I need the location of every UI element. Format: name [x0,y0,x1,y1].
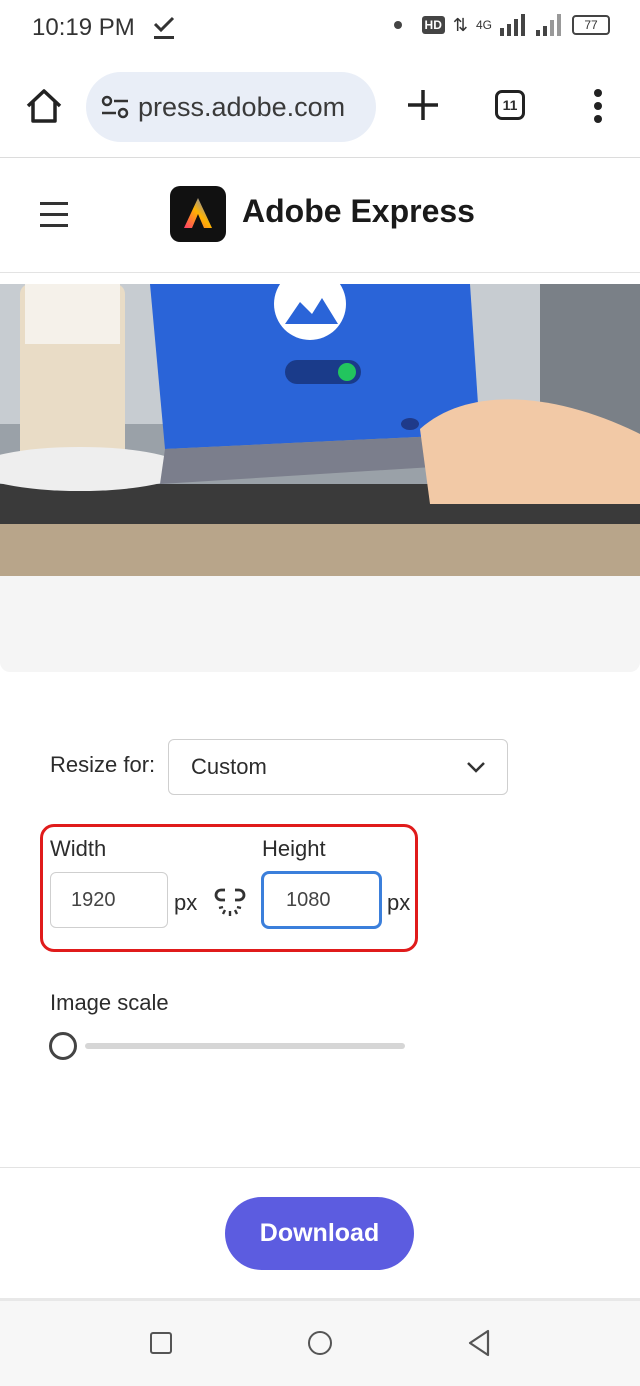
data-transfer-icon: ⇅ [452,14,468,35]
chevron-down-icon [467,762,485,773]
signal-icon-2 [536,14,561,36]
resize-for-value: Custom [191,754,267,779]
preview-image [0,284,640,576]
hamburger-icon[interactable] [38,198,70,230]
signal-icon [500,14,525,36]
home-circle-icon[interactable] [308,1331,332,1355]
url-bar[interactable]: press.adobe.com [86,72,376,142]
image-scale-label: Image scale [50,990,169,1015]
back-icon[interactable] [466,1328,492,1358]
adobe-express-logo[interactable] [170,186,226,242]
status-icons: HD ⇅ 4G 77 [393,14,610,36]
url-text[interactable]: press.adobe.com [138,92,345,123]
unlink-icon[interactable] [213,884,247,918]
brand-name[interactable]: Adobe Express [242,193,475,230]
image-scale-slider[interactable] [85,1043,405,1049]
preview-background [0,576,640,672]
dot-icon [393,21,402,29]
recents-icon[interactable] [150,1332,172,1354]
battery-icon: 77 [572,15,610,35]
height-input[interactable]: 1080 [261,871,382,929]
height-label: Height [262,836,326,861]
resize-for-select[interactable]: Custom [168,739,508,795]
tabs-icon[interactable]: 11 [495,90,525,120]
download-done-icon [153,16,175,39]
width-label: Width [50,836,107,861]
divider [0,157,640,158]
home-icon[interactable] [24,86,64,126]
plus-icon[interactable] [404,86,442,124]
hd-icon: HD [421,16,445,34]
resize-for-label: Resize for: [50,752,156,777]
divider [0,1167,640,1168]
image-scale-slider-thumb[interactable] [49,1032,77,1060]
width-input[interactable]: 1920 [50,872,168,928]
network-type: 4G [475,18,492,32]
status-time: 10:19 PM [32,14,135,41]
site-settings-icon[interactable] [100,92,130,122]
download-button[interactable]: Download [225,1197,414,1270]
divider [0,272,640,273]
more-vert-icon[interactable] [588,88,608,124]
width-unit: px [174,890,198,915]
height-unit: px [387,890,411,915]
